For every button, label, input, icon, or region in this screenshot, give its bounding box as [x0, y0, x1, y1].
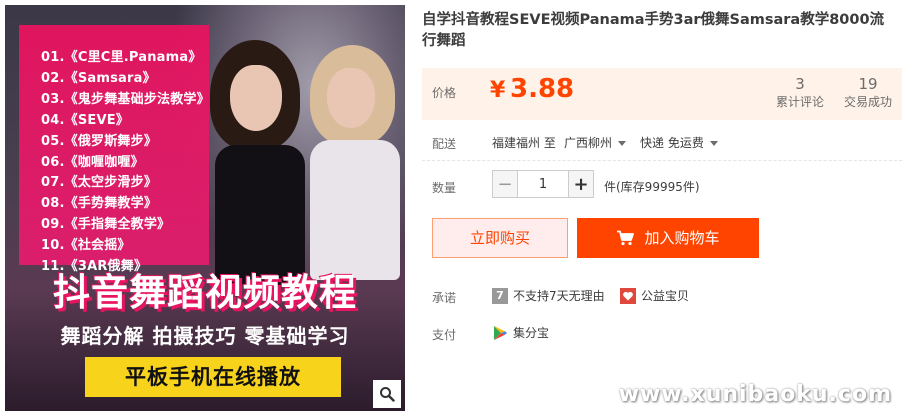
payment-row: 支付 集分宝 — [422, 322, 902, 344]
lesson-item: 05.《俄罗斯舞步》 — [41, 133, 158, 149]
price-label: 价格 — [432, 86, 457, 100]
product-main-image[interactable]: 01.《C里C里.Panama》 02.《Samsara》 03.《鬼步舞基础步… — [5, 5, 405, 411]
review-count-stat[interactable]: 3 累计评论 — [770, 74, 830, 110]
banner-subtitle: 舞蹈分解 拍摄技巧 零基础学习 — [60, 324, 350, 348]
sales-count: 19 — [858, 75, 878, 93]
price-box: 价格 ¥ 3.88 3 累计评论 19 交易成功 — [422, 68, 902, 120]
watermark: www.xunibaoku.com — [618, 382, 892, 407]
chevron-down-icon — [618, 141, 627, 146]
lesson-item: 06.《咖喱咖喱》 — [41, 154, 144, 170]
buy-now-button[interactable]: 立即购买 — [432, 218, 568, 258]
seven-day-icon: 7 — [492, 287, 508, 304]
lesson-item: 04.《SEVE》 — [41, 112, 130, 128]
chevron-down-icon — [709, 141, 718, 146]
review-count: 3 — [795, 75, 805, 93]
price-currency: ¥ — [490, 78, 506, 103]
product-info-panel: 自学抖音教程SEVE视频Panama手势3ar俄舞Samsara教学8000流行… — [422, 0, 902, 411]
no-7day-return-promise[interactable]: 7 不支持7天无理由 — [492, 287, 605, 304]
shipping-row: 配送 福建福州 至 广西柳州 快递 免运费 — [422, 127, 902, 157]
no-7day-return-text: 不支持7天无理由 — [513, 289, 605, 303]
product-title: 自学抖音教程SEVE视频Panama手势3ar俄舞Samsara教学8000流行… — [422, 12, 885, 49]
payment-method[interactable]: 集分宝 — [492, 324, 549, 341]
search-icon — [380, 387, 395, 402]
add-to-cart-button[interactable]: 加入购物车 — [577, 218, 759, 258]
ship-from: 福建福州 至 — [492, 136, 556, 150]
play-store-icon — [494, 325, 507, 340]
price-value: 3.88 — [510, 74, 575, 104]
sales-label: 交易成功 — [843, 95, 892, 109]
lesson-list: 01.《C里C里.Panama》 02.《Samsara》 03.《鬼步舞基础步… — [41, 48, 210, 278]
quantity-stepper: − + — [492, 170, 594, 198]
shipping-fee-dropdown[interactable]: 快递 免运费 — [640, 134, 718, 151]
charity-heart-icon — [620, 287, 636, 304]
banner-title: 抖音舞蹈视频教程 — [53, 271, 357, 314]
lesson-item: 01.《C里C里.Panama》 — [41, 50, 202, 65]
quantity-label: 数量 — [432, 181, 457, 195]
shipping-fee-value: 快递 免运费 — [640, 136, 704, 150]
lesson-item: 02.《Samsara》 — [41, 70, 156, 86]
cart-icon — [617, 230, 635, 246]
payment-label: 支付 — [432, 328, 457, 342]
quantity-input[interactable] — [518, 170, 568, 198]
charity-promise[interactable]: 公益宝贝 — [620, 287, 689, 304]
zoom-button[interactable] — [373, 380, 401, 408]
shipping-label: 配送 — [432, 137, 457, 151]
lesson-item: 03.《鬼步舞基础步法教学》 — [41, 91, 210, 107]
banner-strip: 平板手机在线播放 — [85, 357, 341, 397]
ship-to-value: 广西柳州 — [564, 136, 613, 150]
lesson-item: 07.《太空步滑步》 — [41, 175, 158, 191]
lesson-item: 08.《手势舞教学》 — [41, 196, 158, 212]
lesson-item: 10.《社会摇》 — [41, 238, 131, 254]
review-label: 累计评论 — [775, 95, 824, 109]
lesson-item: 09.《手指舞全教学》 — [41, 217, 171, 233]
promise-label: 承诺 — [432, 291, 457, 305]
promise-row: 承诺 7 不支持7天无理由 公益宝贝 — [422, 285, 902, 307]
lesson-list-panel: 01.《C里C里.Panama》 02.《Samsara》 03.《鬼步舞基础步… — [19, 25, 210, 274]
add-to-cart-label: 加入购物车 — [644, 229, 720, 247]
dancer-figure-right — [305, 40, 405, 280]
charity-text: 公益宝贝 — [641, 289, 690, 303]
ship-to-dropdown[interactable]: 广西柳州 — [564, 134, 627, 151]
stock-info: 件(库存99995件) — [604, 180, 700, 194]
quantity-decrease-button[interactable]: − — [492, 170, 518, 198]
payment-method-text: 集分宝 — [513, 326, 550, 340]
dancer-figure-left — [205, 35, 315, 285]
quantity-row: 数量 − + 件(库存99995件) — [422, 170, 902, 200]
quantity-increase-button[interactable]: + — [568, 170, 594, 198]
sales-count-stat[interactable]: 19 交易成功 — [838, 74, 898, 110]
divider — [422, 160, 902, 161]
